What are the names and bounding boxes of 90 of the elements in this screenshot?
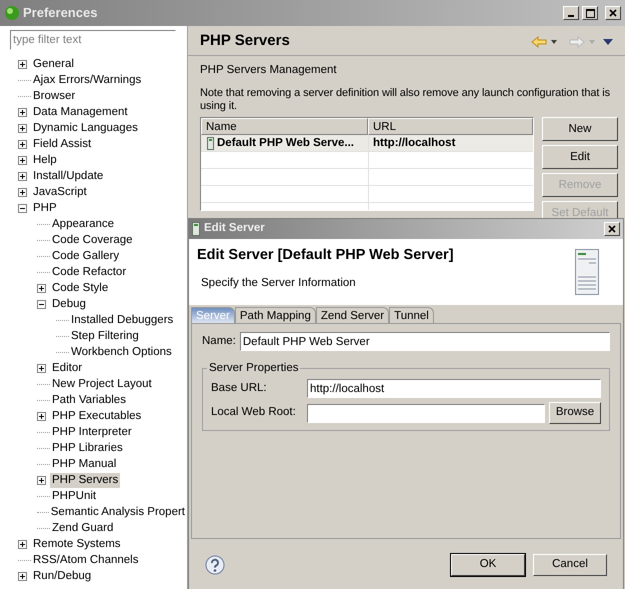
server-icon [575,249,599,295]
expand-icon[interactable] [18,572,27,580]
button[interactable]: Edit [542,145,618,170]
tree-item[interactable]: Help [31,152,59,168]
collapse-icon[interactable] [37,300,46,308]
group-title: Server Properties [207,361,300,375]
tree-item[interactable]: Remote Systems [31,536,123,552]
tree-item[interactable]: PHP Interpreter [50,424,134,440]
help-icon[interactable] [205,555,225,575]
window-title: Preferences [23,4,98,22]
field-label: Base URL: [211,380,268,396]
tab[interactable]: Zend Server [316,307,390,323]
tree-item[interactable]: General [31,56,76,72]
cancel-button[interactable]: Cancel [533,554,607,576]
tree-item[interactable]: PHP Executables [50,408,144,424]
dropdown-arrow-icon[interactable] [551,40,557,44]
tree-item[interactable]: PHP Libraries [50,440,125,456]
tree-item[interactable]: Code Style [50,280,110,296]
tree-item[interactable]: PHP Servers [50,472,120,488]
expand-icon[interactable] [18,188,27,196]
expand-icon[interactable] [18,540,27,548]
table-cell-text: Default PHP Web Serve... [217,136,354,151]
tree-item[interactable]: New Project Layout [50,376,154,392]
close-icon [609,9,617,17]
expand-icon[interactable] [37,364,46,372]
tree-item[interactable]: Field Assist [31,136,94,152]
tree-item[interactable]: JavaScript [31,184,89,200]
close-button[interactable] [604,222,620,236]
dialog-title: Edit Server [204,221,265,236]
tree-item[interactable]: PHP [31,200,59,216]
tree-item[interactable]: Semantic Analysis Propert [48,504,187,520]
app-icon [4,5,20,21]
tree-item[interactable]: Code Coverage [50,232,135,248]
tree-item[interactable]: Workbench Options [69,344,174,360]
button[interactable]: New [542,117,618,142]
page-title: PHP Servers [200,31,290,52]
column-header[interactable]: Name [201,118,368,136]
dialog-description: Specify the Server Information [201,276,357,291]
table-row[interactable]: Default PHP Web Serve... http://localhost [201,135,533,152]
tree-item[interactable]: Ajax Errors/Warnings [31,72,144,88]
tree-item[interactable]: Debug [50,296,88,312]
tree-item[interactable]: Dynamic Languages [31,120,140,136]
tab[interactable]: Tunnel [389,307,434,323]
dialog-heading: Edit Server [Default PHP Web Server] [197,246,454,265]
ok-button[interactable]: OK [451,554,525,576]
tree-item[interactable]: Run/Debug [31,568,94,584]
field-label: Local Web Root: [211,405,297,420]
tab[interactable]: Path Mapping [234,307,316,323]
tree-item[interactable]: PHPUnit [50,488,98,504]
table-cell-text: http://localhost [373,136,456,151]
close-icon [608,225,616,233]
expand-icon[interactable] [18,60,27,68]
tree-item[interactable]: Code Gallery [50,248,122,264]
name-label: Name: [202,334,236,349]
tree-item[interactable]: Editor [50,360,84,376]
filter-field[interactable]: type filter text [10,30,176,50]
view-menu-icon[interactable] [603,38,613,44]
expand-icon[interactable] [37,412,46,420]
tree-item[interactable]: Data Management [31,104,130,120]
tree-item[interactable]: Path Variables [50,392,128,408]
expand-icon[interactable] [18,172,27,180]
tree-item[interactable]: PHP Manual [50,456,118,472]
section-label: PHP Servers Management [200,63,338,78]
name-field[interactable]: Default PHP Web Server [240,332,610,351]
server-icon [207,136,214,150]
note-text: Note that removing a server definition will also remove any launch configuration that is using it. [200,87,612,114]
collapse-icon[interactable] [18,204,27,212]
tree-item[interactable]: Install/Update [31,168,106,184]
browse-button[interactable]: Browse [549,402,601,424]
tree-item[interactable]: Zend Guard [50,520,116,536]
tree-item[interactable]: Installed Debuggers [69,312,176,328]
tree-item[interactable]: Appearance [50,216,116,232]
input-field[interactable]: http://localhost [307,379,601,398]
close-button[interactable] [605,6,621,20]
maximize-icon [586,8,594,18]
tree-item[interactable]: RSS/Atom Channels [31,552,140,568]
tree-item[interactable]: Code Refactor [50,264,128,280]
expand-icon[interactable] [37,284,46,292]
expand-icon[interactable] [37,476,46,484]
tree-item[interactable]: Browser [31,88,78,104]
tree-item[interactable]: Step Filtering [69,328,141,344]
server-icon [192,222,200,236]
expand-icon[interactable] [18,108,27,116]
expand-icon[interactable] [18,140,27,148]
minimize-button[interactable] [563,6,579,20]
column-header[interactable]: URL [368,118,533,136]
input-field[interactable] [307,404,545,422]
maximize-button[interactable] [582,6,598,20]
expand-icon[interactable] [18,156,27,164]
expand-icon[interactable] [18,124,27,132]
